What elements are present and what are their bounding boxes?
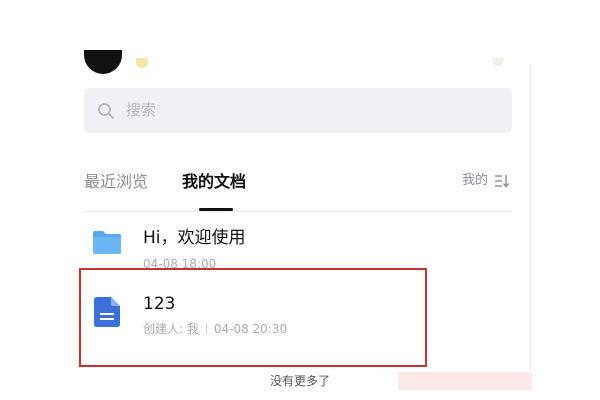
tabs-divider (84, 211, 512, 212)
list-item-title: Hi，欢迎使用 (143, 228, 246, 248)
panel-border (530, 64, 531, 370)
search-bar[interactable]: 搜索 (84, 88, 512, 133)
search-placeholder: 搜索 (126, 101, 157, 119)
end-of-list-text: 没有更多了 (269, 374, 330, 388)
search-icon (98, 103, 114, 119)
folder-icon (93, 231, 121, 254)
sort-button[interactable]: 我的 (462, 172, 510, 190)
sort-icon (495, 175, 510, 188)
sort-label: 我的 (462, 173, 489, 188)
tab-my-documents[interactable]: 我的文档 (182, 171, 246, 193)
highlight-box (79, 268, 427, 367)
tab-recent[interactable]: 最近浏览 (84, 171, 148, 193)
